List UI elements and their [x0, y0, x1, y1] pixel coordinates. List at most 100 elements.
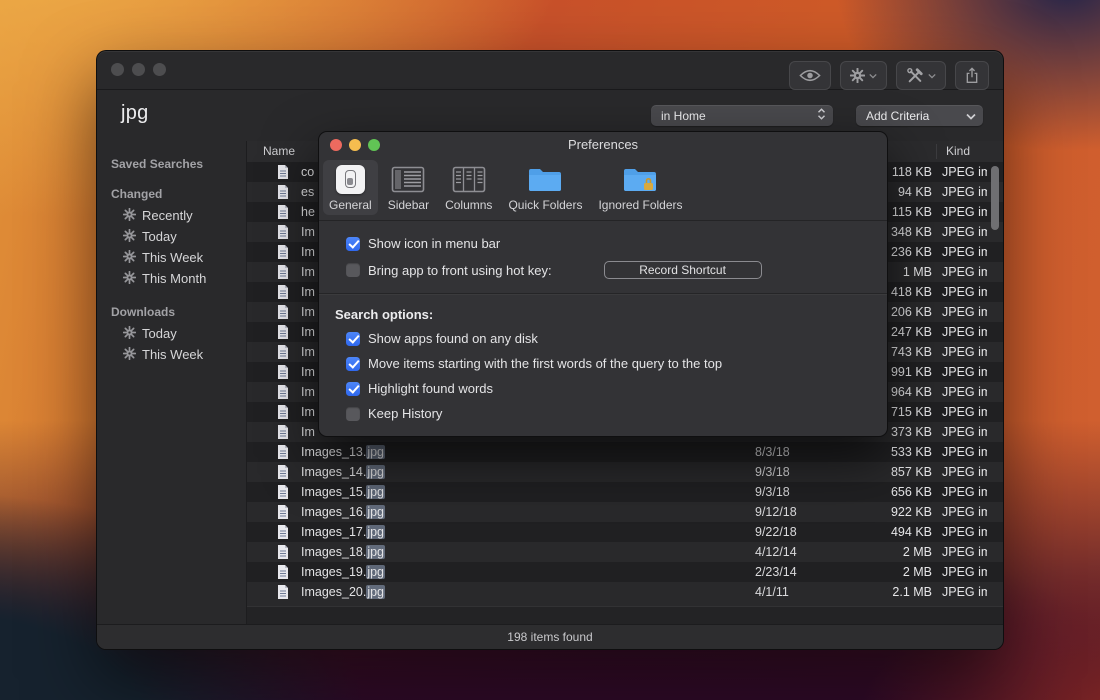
file-name: Im	[301, 282, 315, 302]
sidebar-item-today[interactable]: Today	[97, 323, 246, 344]
vertical-scrollbar[interactable]	[988, 164, 1001, 604]
minimize-button[interactable]	[349, 139, 361, 151]
file-kind: JPEG ima	[942, 282, 987, 302]
file-kind: JPEG ima	[942, 522, 987, 542]
preferences-title: Preferences	[319, 132, 887, 158]
close-button[interactable]	[330, 139, 342, 151]
sidebar-item-recently[interactable]: Recently	[97, 205, 246, 226]
tab-sidebar[interactable]: Sidebar	[382, 160, 435, 215]
table-row[interactable]: Images_18.jpg4/12/142 MBJPEG ima	[247, 542, 1003, 562]
file-name: Im	[301, 242, 315, 262]
document-icon	[277, 445, 289, 459]
column-header-name[interactable]: Name	[263, 144, 295, 158]
document-icon	[277, 305, 289, 319]
zoom-window-button[interactable]	[153, 63, 166, 76]
sidebar-section-header: Saved Searches	[111, 157, 246, 171]
zoom-button[interactable]	[368, 139, 380, 151]
preferences-tabs: GeneralSidebarColumnsQuick FoldersIgnore…	[319, 158, 887, 221]
general-icon	[336, 164, 365, 195]
preview-button[interactable]	[789, 61, 831, 90]
chevron-down-icon	[966, 109, 983, 123]
table-row[interactable]: Images_20.jpg4/1/112.1 MBJPEG ima	[247, 582, 1003, 602]
checkbox[interactable]	[346, 382, 360, 396]
file-name: Im	[301, 342, 315, 362]
tab-columns[interactable]: Columns	[439, 160, 498, 215]
file-name: Im	[301, 362, 315, 382]
table-row[interactable]: Images_17.jpg9/22/18494 KBJPEG ima	[247, 522, 1003, 542]
tools-menu-button[interactable]	[896, 61, 946, 90]
file-date: 9/3/18	[755, 482, 790, 502]
file-kind: JPEG ima	[942, 202, 987, 222]
preference-option-row: Keep History	[319, 401, 887, 426]
sidebar-item-today[interactable]: Today	[97, 226, 246, 247]
file-name: Im	[301, 262, 315, 282]
screenshot-stage: jpg	[0, 0, 1100, 700]
list-empty-area	[247, 607, 1003, 625]
document-icon	[277, 225, 289, 239]
checkbox[interactable]	[346, 237, 360, 251]
checkbox-label: Show icon in menu bar	[368, 236, 500, 251]
file-date: 9/3/18	[755, 462, 790, 482]
file-name: Images_13.jpg	[301, 442, 385, 462]
file-kind: JPEG ima	[942, 182, 987, 202]
column-separator[interactable]	[936, 144, 937, 159]
tab-quick-folders[interactable]: Quick Folders	[502, 160, 588, 215]
preference-option-row: Show icon in menu bar	[319, 231, 887, 256]
file-name: Images_16.jpg	[301, 502, 385, 522]
search-query-text[interactable]: jpg	[121, 102, 149, 125]
checkbox[interactable]	[346, 407, 360, 421]
table-row[interactable]: Images_16.jpg9/12/18922 KBJPEG ima	[247, 502, 1003, 522]
checkbox[interactable]	[346, 263, 360, 277]
preference-option-row: Show apps found on any disk	[319, 326, 887, 351]
share-button[interactable]	[955, 61, 989, 90]
table-row[interactable]: Images_15.jpg9/3/18656 KBJPEG ima	[247, 482, 1003, 502]
minimize-window-button[interactable]	[132, 63, 145, 76]
file-name: Images_14.jpg	[301, 462, 385, 482]
file-name: Images_17.jpg	[301, 522, 385, 542]
file-date: 8/3/18	[755, 442, 790, 462]
search-scope-select[interactable]: in Home	[651, 105, 833, 126]
sidebar-item-this-month[interactable]: This Month	[97, 268, 246, 289]
tab-general[interactable]: General	[323, 160, 378, 215]
record-shortcut-button[interactable]: Record Shortcut	[604, 261, 762, 279]
close-window-button[interactable]	[111, 63, 124, 76]
file-kind: JPEG ima	[942, 222, 987, 242]
sidebar-item-this-week[interactable]: This Week	[97, 247, 246, 268]
chevron-up-down-icon	[817, 108, 833, 123]
file-size: 2 MB	[852, 562, 932, 582]
preferences-body: Show icon in menu barBring app to front …	[319, 221, 887, 426]
document-icon	[277, 265, 289, 279]
checkbox[interactable]	[346, 332, 360, 346]
share-icon	[965, 67, 979, 84]
file-size: 533 KB	[852, 442, 932, 462]
table-row[interactable]: Images_13.jpg 8/3/18 533 KB JPEG ima	[247, 442, 1003, 462]
table-row[interactable]: Images_14.jpg9/3/18857 KBJPEG ima	[247, 462, 1003, 482]
action-menu-button[interactable]	[840, 61, 887, 90]
file-kind: JPEG ima	[942, 162, 987, 182]
file-name: Im	[301, 422, 315, 442]
file-kind: JPEG ima	[942, 442, 987, 462]
highlighted-match: jpg	[366, 485, 385, 499]
file-kind: JPEG ima	[942, 502, 987, 522]
highlighted-match: jpg	[366, 585, 385, 599]
file-kind: JPEG ima	[942, 562, 987, 582]
table-row[interactable]: Images_19.jpg2/23/142 MBJPEG ima	[247, 562, 1003, 582]
scrollbar-thumb[interactable]	[991, 166, 999, 230]
document-icon	[277, 185, 289, 199]
sidebar-item-label: Recently	[142, 208, 193, 223]
file-name: Im	[301, 382, 315, 402]
column-header-kind[interactable]: Kind	[946, 144, 970, 158]
tools-icon	[906, 68, 924, 84]
document-icon	[277, 325, 289, 339]
smart-search-gear-icon	[123, 347, 136, 363]
highlighted-match: jpg	[366, 465, 385, 479]
preferences-dialog: Preferences GeneralSidebarColumnsQuick F…	[318, 131, 888, 437]
document-icon	[277, 565, 289, 579]
sidebar-item-this-week[interactable]: This Week	[97, 344, 246, 365]
checkbox[interactable]	[346, 357, 360, 371]
document-icon	[277, 425, 289, 439]
add-criteria-select[interactable]: Add Criteria	[856, 105, 983, 126]
checkbox-label: Show apps found on any disk	[368, 331, 538, 346]
tab-ignored-folders[interactable]: Ignored Folders	[592, 160, 688, 215]
preference-option-row: Move items starting with the first words…	[319, 351, 887, 376]
